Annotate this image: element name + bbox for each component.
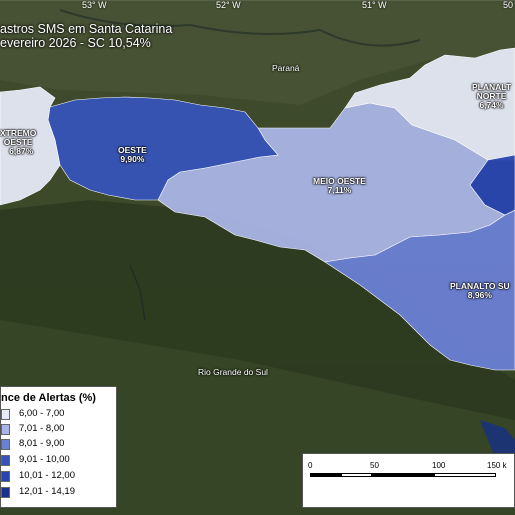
map-title: astros SMS em Santa Catarina evereiro 20… [0, 22, 172, 50]
legend-swatch [1, 487, 10, 498]
legend-swatch [1, 424, 10, 435]
place-label-rio-grande-do-sul: Rio Grande do Sul [198, 367, 268, 377]
longitude-tick: 50 [503, 0, 514, 10]
region-value: 6,87% [9, 146, 34, 156]
place-label-parana: Paraná [272, 63, 300, 73]
region-label-extremo-oeste: XTREMO OESTE 6,87% [0, 129, 36, 156]
legend-item: 10,01 - 12,00 [1, 469, 116, 483]
region-name: PLANALT NORTE [472, 82, 512, 101]
region-name: XTREMO OESTE [0, 128, 37, 147]
legend-label: 8,01 - 9,00 [19, 438, 65, 449]
scale-segment [434, 473, 496, 477]
legend-item: 7,01 - 8,00 [1, 422, 116, 436]
region-label-planalto-sul: PLANALTO SU 8,96% [450, 282, 510, 300]
legend-item: 12,01 - 14,19 [1, 485, 116, 499]
legend-swatch [1, 471, 10, 482]
scale-segment [341, 473, 372, 477]
region-value: 8,96% [467, 290, 492, 300]
legend-swatch [1, 455, 10, 466]
region-label-oeste: OESTE 9,90% [118, 146, 147, 164]
region-value: 9,90% [120, 154, 145, 164]
legend-label: 6,00 - 7,00 [19, 408, 65, 419]
scale-segment [310, 473, 341, 477]
map-view[interactable]: astros SMS em Santa Catarina evereiro 20… [0, 0, 515, 515]
legend: nce de Alertas (%) 6,00 - 7,00 7,01 - 8,… [0, 386, 117, 508]
scale-label: 0 [308, 461, 313, 470]
scale-bar: 0 50 100 150 k [302, 453, 515, 508]
longitude-tick: 51° W [362, 0, 387, 10]
legend-title: nce de Alertas (%) [1, 392, 96, 404]
region-label-meio-oeste: MEIO OESTE 7,11% [313, 177, 366, 195]
legend-label: 12,01 - 14,19 [19, 486, 75, 497]
longitude-tick: 52° W [216, 0, 241, 10]
scale-segment [372, 473, 434, 477]
legend-label: 9,01 - 10,00 [19, 454, 70, 465]
map-title-line1: astros SMS em Santa Catarina [0, 22, 173, 36]
map-title-line2: evereiro 2026 - SC 10,54% [0, 36, 151, 50]
region-value: 7,11% [327, 185, 352, 195]
legend-label: 7,01 - 8,00 [19, 423, 65, 434]
legend-swatch [1, 439, 10, 450]
scale-label: 50 [370, 461, 379, 470]
scale-label: 100 [432, 461, 446, 470]
region-value: 6,74% [479, 100, 504, 110]
legend-item: 8,01 - 9,00 [1, 437, 116, 451]
scale-label: 150 k [487, 461, 507, 470]
region-label-planalto-norte: PLANALT NORTE 6,74% [472, 83, 511, 110]
legend-label: 10,01 - 12,00 [19, 470, 75, 481]
legend-swatch [1, 409, 10, 420]
legend-item: 9,01 - 10,00 [1, 453, 116, 467]
legend-item: 6,00 - 7,00 [1, 407, 116, 421]
longitude-tick: 53° W [82, 0, 107, 10]
